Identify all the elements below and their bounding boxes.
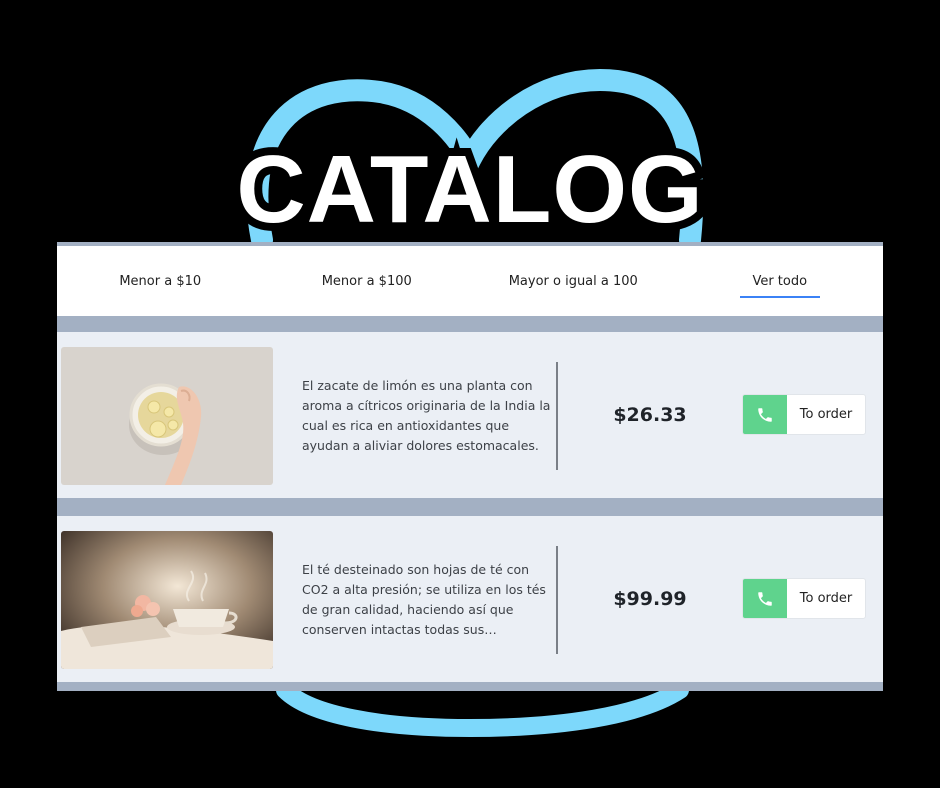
phone-icon xyxy=(743,579,787,618)
product-card: El té desteinado son hojas de té con CO2… xyxy=(57,516,883,682)
product-description: El té desteinado son hojas de té con CO2… xyxy=(302,562,546,637)
divider xyxy=(556,546,558,654)
filter-tabs: Menor a $10 Menor a $100 Mayor o igual a… xyxy=(57,246,883,316)
tab-view-all[interactable]: Ver todo xyxy=(677,274,884,298)
product-description: El zacate de limón es una planta con aro… xyxy=(302,378,551,453)
order-button[interactable]: To order xyxy=(742,578,866,619)
tab-under-10[interactable]: Menor a $10 xyxy=(57,274,264,289)
product-card: El zacate de limón es una planta con aro… xyxy=(57,332,883,498)
lemon-tea-photo xyxy=(61,347,273,485)
catalog-title: CATALOG xyxy=(228,132,710,248)
product-price: $26.33 xyxy=(613,404,687,426)
order-button-label: To order xyxy=(799,407,853,422)
phone-icon xyxy=(743,395,787,434)
tea-cup-photo xyxy=(61,531,273,669)
tab-100-or-more[interactable]: Mayor o igual a 100 xyxy=(470,274,677,289)
catalog-panel: Menor a $10 Menor a $100 Mayor o igual a… xyxy=(57,242,883,691)
order-button-label: To order xyxy=(799,591,853,606)
order-button[interactable]: To order xyxy=(742,394,866,435)
product-price: $99.99 xyxy=(613,588,687,610)
tab-under-100[interactable]: Menor a $100 xyxy=(264,274,471,289)
divider xyxy=(556,362,558,470)
